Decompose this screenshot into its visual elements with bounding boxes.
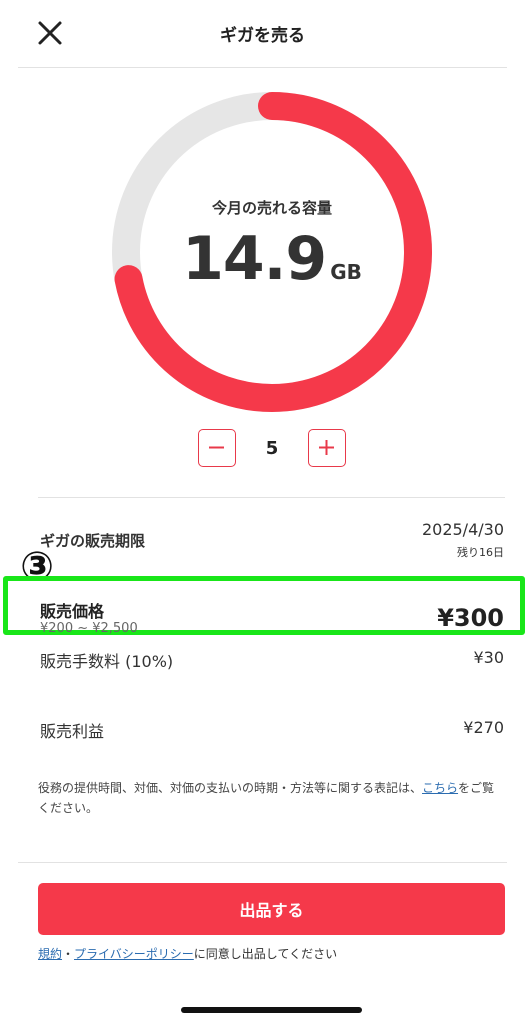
increment-button[interactable] (308, 429, 346, 467)
fee-label: 販売手数料 (10%) (40, 652, 174, 671)
consent-text: 規約・プライバシーポリシーに同意し出品してください (38, 945, 337, 962)
fee-value: ¥30 (473, 648, 504, 667)
minus-icon (209, 446, 224, 449)
gauge-label: 今月の売れる容量 (211, 198, 332, 217)
consent-suffix: に同意し出品してください (193, 947, 338, 961)
price-range: ¥200 ~ ¥2,500 (40, 621, 138, 636)
sale-period-remaining: 残り16日 (457, 546, 504, 559)
profit-value: ¥270 (463, 718, 504, 737)
section-divider (38, 497, 505, 498)
gauge-center: 今月の売れる容量 14.9 GB (110, 90, 434, 414)
legal-notice: 役務の提供時間、対価、対価の支払いの時期・方法等に関する表記は、こちらをご覧くだ… (38, 778, 503, 818)
stepper-value: 5 (265, 438, 279, 459)
privacy-policy-link[interactable]: プライバシーポリシー (74, 947, 194, 961)
sale-period-date: 2025/4/30 (421, 520, 504, 539)
plus-icon (319, 440, 334, 455)
price-value[interactable]: ¥300 (437, 604, 504, 632)
quantity-stepper: 5 (198, 429, 346, 469)
page-title: ギガを売る (220, 26, 305, 46)
notice-text: 役務の提供時間、対価、対価の支払いの時期・方法等に関する表記は、 (38, 781, 423, 795)
sell-button[interactable]: 出品する (38, 883, 505, 935)
terms-link[interactable]: 規約 (38, 947, 62, 961)
gauge-unit: GB (330, 259, 362, 284)
profit-label: 販売利益 (40, 722, 105, 741)
footer-divider (18, 862, 507, 863)
gauge-value: 14.9 (182, 223, 327, 294)
decrement-button[interactable] (198, 429, 236, 467)
home-indicator (181, 1007, 362, 1013)
notice-link[interactable]: こちら (422, 781, 458, 795)
consent-separator: ・ (62, 947, 75, 961)
price-label: 販売価格 (40, 602, 105, 621)
